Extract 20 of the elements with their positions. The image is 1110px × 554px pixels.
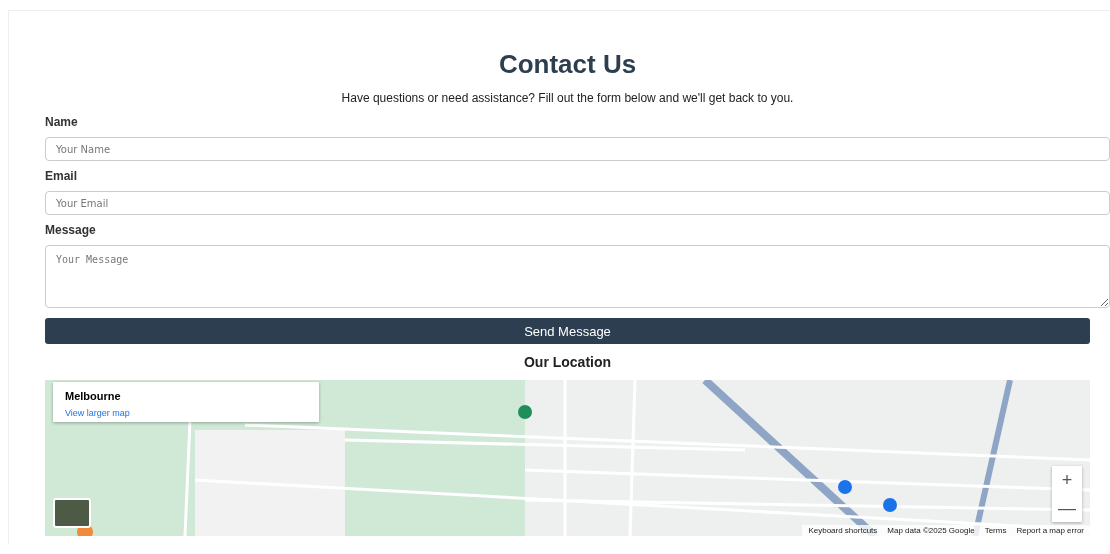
map[interactable]: Melbourne View larger map + — Keyboard shortcuts Map data ©2025 Google Terms Report a map error (45, 380, 1090, 536)
page-title: Contact Us (497, 49, 638, 79)
section-heading: Our Location (522, 354, 613, 370)
zoom-out-button[interactable]: — (1052, 494, 1082, 522)
map-footer-link[interactable]: Map data ©2025 Google (887, 526, 975, 535)
map-footer-link[interactable]: Keyboard shortcuts (808, 526, 878, 535)
map-footer-link[interactable]: Terms (984, 526, 1007, 535)
send-button[interactable]: Send Message (45, 318, 1090, 344)
field-label: Email (45, 169, 78, 183)
map-footer-link[interactable]: Report a map error (1016, 526, 1084, 535)
message-field[interactable]: Your Message (45, 245, 1110, 308)
larger-map-link[interactable]: View larger map (65, 408, 130, 418)
subtitle: Have questions or need assistance? Fill out the form below and we'll get back to you. (340, 91, 795, 105)
place-name: Melbourne (65, 390, 122, 402)
field-label: Message (45, 223, 97, 237)
field-label: Name (45, 115, 79, 129)
satellite-thumbnail[interactable] (53, 498, 91, 528)
input-field[interactable]: Your Name (45, 137, 1110, 161)
input-field[interactable]: Your Email (45, 191, 1110, 215)
zoom-in-button[interactable]: + (1052, 466, 1082, 494)
